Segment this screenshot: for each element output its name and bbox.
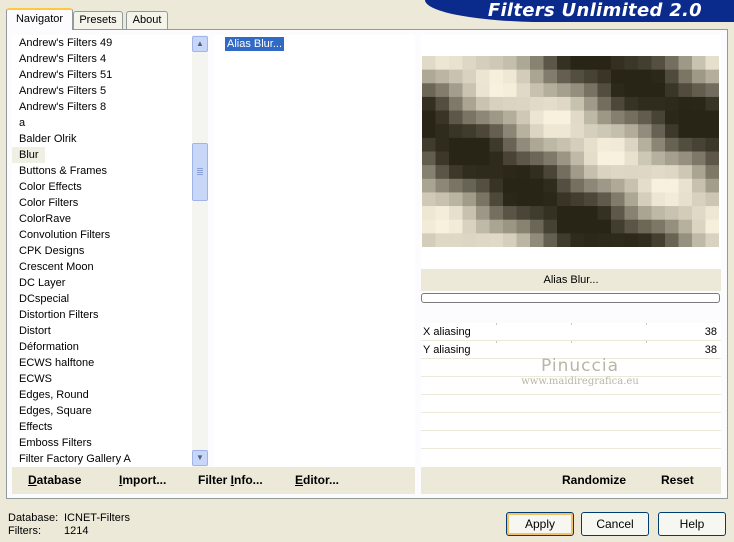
category-label: DCspecial bbox=[19, 293, 70, 305]
help-button[interactable]: Help bbox=[658, 512, 726, 536]
watermark-url: www.maidiregrafica.eu bbox=[521, 376, 639, 387]
category-label: ColorRave bbox=[19, 213, 71, 225]
filter-info-button[interactable]: Filter Info... bbox=[198, 467, 263, 494]
category-item[interactable]: Andrew's Filters 49 bbox=[12, 35, 192, 51]
randomize-button[interactable]: Randomize bbox=[562, 467, 626, 494]
category-label: CPK Designs bbox=[19, 245, 85, 257]
category-item[interactable]: Color Filters bbox=[12, 195, 192, 211]
tab-about[interactable]: About bbox=[126, 11, 168, 30]
scroll-thumb[interactable] bbox=[192, 143, 208, 201]
param-empty-row bbox=[421, 431, 721, 449]
watermark: Pinuccia www.maidiregrafica.eu bbox=[517, 356, 643, 388]
right-button-bar: Randomize Reset bbox=[421, 467, 721, 494]
category-label: Distortion Filters bbox=[19, 309, 99, 321]
database-value: ICNET-Filters bbox=[64, 512, 130, 524]
category-label: Andrew's Filters 4 bbox=[19, 53, 107, 65]
category-label: Edges, Round bbox=[19, 389, 89, 401]
category-item[interactable]: a bbox=[12, 115, 192, 131]
reset-button[interactable]: Reset bbox=[661, 467, 694, 494]
category-label: Filter Factory Gallery A bbox=[19, 453, 131, 465]
watermark-name: Pinuccia bbox=[541, 356, 619, 376]
param-empty-row bbox=[421, 413, 721, 431]
parameter-panel: X aliasing 38 Y aliasing 38 bbox=[421, 323, 721, 467]
editor-button[interactable]: Editor... bbox=[295, 467, 339, 494]
current-filter-name: Alias Blur... bbox=[421, 269, 721, 291]
tab-navigator[interactable]: Navigator bbox=[6, 8, 73, 30]
category-label: Andrew's Filters 8 bbox=[19, 101, 107, 113]
category-item[interactable]: Edges, Square bbox=[12, 403, 192, 419]
param-x-aliasing[interactable]: X aliasing 38 bbox=[421, 323, 721, 341]
category-item[interactable]: Distortion Filters bbox=[12, 307, 192, 323]
category-item[interactable]: Emboss Filters bbox=[12, 435, 192, 451]
filters-count-value: 1214 bbox=[64, 525, 89, 537]
category-item[interactable]: Edges, Round bbox=[12, 387, 192, 403]
category-label: Distort bbox=[19, 325, 51, 337]
filter-list[interactable]: Alias Blur... bbox=[214, 35, 415, 467]
category-item[interactable]: ColorRave bbox=[12, 211, 192, 227]
category-item[interactable]: DCspecial bbox=[12, 291, 192, 307]
category-item[interactable]: ECWS bbox=[12, 371, 192, 387]
category-label: a bbox=[19, 117, 26, 129]
category-label: Color Filters bbox=[19, 197, 79, 209]
database-label: Database: bbox=[8, 512, 59, 524]
progress-bar bbox=[421, 293, 720, 303]
category-item[interactable]: Effects bbox=[12, 419, 192, 435]
category-scrollbar[interactable]: ▲ ▼ bbox=[192, 35, 208, 467]
category-item[interactable]: Blur bbox=[12, 147, 192, 163]
category-label: Balder Olrik bbox=[19, 133, 77, 145]
category-label: Edges, Square bbox=[19, 405, 92, 417]
category-item[interactable]: Andrew's Filters 51 bbox=[12, 67, 192, 83]
param-value: 38 bbox=[704, 326, 717, 338]
scroll-up-button[interactable]: ▲ bbox=[192, 36, 208, 52]
category-list[interactable]: Andrew's Filters 49 Andrew's Filters 4 And… bbox=[12, 35, 192, 467]
category-item[interactable]: Crescent Moon bbox=[12, 259, 192, 275]
category-item[interactable]: CPK Designs bbox=[12, 243, 192, 259]
category-item[interactable]: Andrew's Filters 8 bbox=[12, 99, 192, 115]
category-label: ECWS bbox=[19, 373, 52, 385]
preview-area bbox=[421, 35, 721, 269]
category-item[interactable]: Filter Factory Gallery A bbox=[12, 451, 192, 467]
cancel-button[interactable]: Cancel bbox=[581, 512, 649, 536]
tab-presets[interactable]: Presets bbox=[73, 11, 123, 30]
filter-item-alias-blur[interactable]: Alias Blur... bbox=[225, 37, 285, 51]
category-item[interactable]: ECWS halftone bbox=[12, 355, 192, 371]
apply-button[interactable]: Apply bbox=[506, 512, 574, 536]
category-item[interactable]: Distort bbox=[12, 323, 192, 339]
category-item[interactable]: Convolution Filters bbox=[12, 227, 192, 243]
import-button[interactable]: Import... bbox=[119, 467, 166, 494]
category-label: Déformation bbox=[19, 341, 79, 353]
category-label: Andrew's Filters 51 bbox=[19, 69, 113, 81]
category-item[interactable]: Déformation bbox=[12, 339, 192, 355]
param-label: X aliasing bbox=[423, 326, 471, 338]
left-button-bar: Database Import... Filter Info... Editor… bbox=[12, 467, 415, 494]
category-label: Andrew's Filters 5 bbox=[19, 85, 107, 97]
category-label: DC Layer bbox=[19, 277, 66, 289]
category-label: Blur bbox=[12, 147, 45, 163]
category-item[interactable]: Andrew's Filters 5 bbox=[12, 83, 192, 99]
category-label: Color Effects bbox=[19, 181, 82, 193]
param-empty-row bbox=[421, 449, 721, 467]
param-label: Y aliasing bbox=[423, 344, 471, 356]
status-area: Database: ICNET-Filters Filters: 1214 bbox=[8, 512, 130, 538]
category-label: Emboss Filters bbox=[19, 437, 92, 449]
scroll-down-button[interactable]: ▼ bbox=[192, 450, 208, 466]
category-item[interactable]: DC Layer bbox=[12, 275, 192, 291]
category-item[interactable]: Buttons & Frames bbox=[12, 163, 192, 179]
database-button[interactable]: Database bbox=[28, 467, 81, 494]
category-item[interactable]: Color Effects bbox=[12, 179, 192, 195]
category-label: ECWS halftone bbox=[19, 357, 95, 369]
param-empty-row bbox=[421, 395, 721, 413]
category-label: Andrew's Filters 49 bbox=[19, 37, 113, 49]
param-value: 38 bbox=[704, 344, 717, 356]
category-label: Convolution Filters bbox=[19, 229, 111, 241]
category-label: Effects bbox=[19, 421, 53, 433]
category-label: Crescent Moon bbox=[19, 261, 94, 273]
category-item[interactable]: Balder Olrik bbox=[12, 131, 192, 147]
filters-count-label: Filters: bbox=[8, 525, 41, 537]
app-title-banner: Filters Unlimited 2.0 bbox=[425, 0, 734, 22]
preview-image bbox=[422, 56, 719, 247]
category-item[interactable]: Andrew's Filters 4 bbox=[12, 51, 192, 67]
category-label: Buttons & Frames bbox=[19, 165, 108, 177]
